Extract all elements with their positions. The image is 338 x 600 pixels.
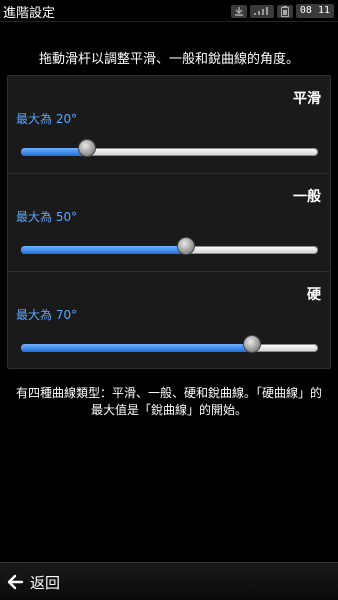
slider-row-hard: 硬 最大為 70° <box>8 272 330 370</box>
slider-name: 平滑 <box>293 91 321 107</box>
slider-thumb[interactable] <box>78 139 96 157</box>
slider-fill <box>21 344 252 352</box>
slider-value-label: 最大為 20° <box>16 112 78 126</box>
download-icon <box>230 4 247 18</box>
signal-icon <box>249 4 274 18</box>
slider-value-label: 最大為 70° <box>16 308 78 322</box>
page-title: 進階設定 <box>3 6 56 21</box>
slider-track[interactable] <box>21 246 318 254</box>
arrow-left-icon <box>7 574 24 590</box>
curve-sliders-panel: 平滑 最大為 20° 一般 最大為 50° 硬 最大為 70° <box>7 75 331 369</box>
slider-row-smooth: 平滑 最大為 20° <box>8 76 330 174</box>
slider-thumb[interactable] <box>243 335 261 353</box>
instruction-text: 拖動滑杆以調整平滑、一般和銳曲線的角度。 <box>38 52 299 67</box>
slider-value-label: 最大為 50° <box>16 210 78 224</box>
slider-track[interactable] <box>21 148 318 156</box>
back-button[interactable]: 返回 <box>6 569 60 595</box>
slider-thumb[interactable] <box>177 237 195 255</box>
battery-icon <box>276 4 293 18</box>
slider-fill <box>21 246 186 254</box>
slider-track[interactable] <box>21 344 318 352</box>
curve-types-note: 有四種曲線類型：平滑、一般、硬和銳曲線。「硬曲線」的最大值是「銳曲線」的開始。 <box>15 386 322 417</box>
slider-name: 硬 <box>307 287 321 303</box>
slider-row-normal: 一般 最大為 50° <box>8 174 330 272</box>
back-label: 返回 <box>30 573 61 592</box>
title-bar: 進階設定 08 11 <box>0 0 338 22</box>
clock: 08 11 <box>295 4 334 18</box>
status-indicators: 08 11 <box>230 4 334 18</box>
bottom-bar: 返回 <box>0 562 338 600</box>
slider-name: 一般 <box>293 189 321 205</box>
